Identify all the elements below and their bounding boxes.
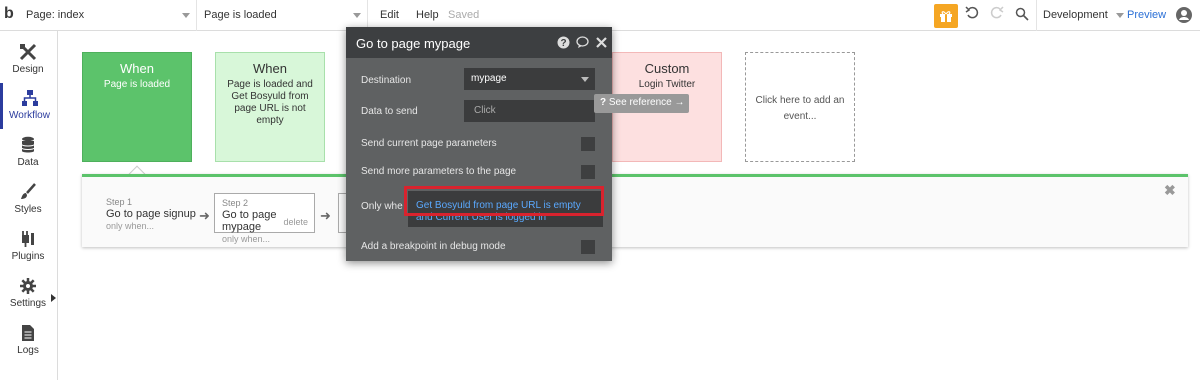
sidebar-item-settings[interactable]: Settings — [0, 271, 56, 317]
environment-label: Development — [1043, 9, 1108, 21]
environment-select[interactable]: Development — [1036, 0, 1124, 31]
brush-icon — [21, 183, 36, 199]
event-select[interactable]: Page is loaded — [198, 0, 368, 31]
destination-label: Destination — [361, 75, 412, 86]
event-card-title: Custom — [644, 61, 690, 76]
step-condition: only when... — [106, 221, 155, 231]
see-reference-text: See reference → — [608, 97, 685, 108]
event-card-title: When — [120, 61, 154, 76]
event-select-label: Page is loaded — [204, 9, 277, 21]
sidebar-item-label: Logs — [17, 345, 39, 356]
chevron-down-icon — [1116, 13, 1124, 18]
help-icon: ? — [600, 97, 607, 108]
sidebar-item-label: Settings — [9, 298, 47, 309]
event-card-text: Login Twitter — [638, 79, 696, 90]
step-title: Go to page signup — [106, 208, 196, 220]
add-event-card[interactable]: Click here to add an event... — [745, 52, 855, 162]
add-event-text: Click here to add an event... — [755, 95, 845, 122]
step-2[interactable]: Step 2 Go to page mypage only when... de… — [214, 193, 315, 244]
data-to-send-field[interactable]: Click — [464, 100, 595, 122]
design-icon — [19, 43, 37, 61]
gift-icon[interactable] — [934, 4, 958, 28]
help-icon[interactable]: ? — [557, 36, 570, 49]
sidebar-item-logs[interactable]: Logs — [0, 318, 56, 364]
account-icon[interactable] — [1176, 7, 1192, 23]
breakpoint-label: Add a breakpoint in debug mode — [361, 241, 506, 252]
step-number: Step 1 — [106, 197, 133, 207]
see-reference-tooltip[interactable]: ? See reference → — [594, 94, 689, 113]
undo-icon[interactable] — [965, 6, 979, 24]
event-card-text: Page is loaded — [103, 79, 171, 90]
arrow-right-icon: ➜ — [199, 208, 210, 223]
comment-icon[interactable] — [576, 36, 589, 49]
sidebar-item-label: Data — [17, 157, 39, 168]
sidebar-item-plugins[interactable]: Plugins — [0, 224, 56, 270]
close-icon[interactable] — [595, 36, 608, 49]
document-icon — [22, 325, 34, 341]
destination-select[interactable]: mypage — [464, 68, 595, 90]
add-step-placeholder[interactable] — [338, 193, 346, 233]
send-current-params-label: Send current page parameters — [361, 138, 497, 149]
chevron-down-icon — [581, 77, 589, 82]
event-card-page-loaded[interactable]: When Page is loaded — [82, 52, 192, 162]
caret-right-icon[interactable] — [51, 294, 56, 302]
panel-header: Go to page mypage ? — [346, 27, 612, 58]
chevron-down-icon — [182, 13, 190, 18]
step-condition: only when... — [222, 234, 271, 244]
arrow-right-icon: ➜ — [320, 208, 331, 223]
event-card-text: Page is loaded and Get Bosyuld from page… — [227, 79, 313, 126]
event-card-page-loaded-condition[interactable]: When Page is loaded and Get Bosyuld from… — [215, 52, 325, 162]
send-more-params-label: Send more parameters to the page — [361, 166, 517, 177]
sidebar-item-data[interactable]: Data — [0, 130, 56, 176]
highlight-annotation-box — [404, 186, 604, 216]
only-when-label: Only whe — [361, 201, 403, 212]
sidebar-item-label: Workflow — [9, 110, 50, 121]
sidebar-item-label: Design — [12, 64, 44, 75]
page-select[interactable]: Page: index — [24, 0, 197, 31]
database-icon — [21, 136, 35, 153]
gear-icon — [20, 278, 36, 294]
data-to-send-label: Data to send — [361, 106, 418, 117]
redo-icon[interactable] — [990, 6, 1004, 24]
menu-edit[interactable]: Edit — [380, 9, 399, 21]
chevron-down-icon — [353, 13, 361, 18]
close-icon[interactable]: ✖ — [1164, 182, 1176, 199]
step-1[interactable]: Step 1 Go to page signup only when... — [106, 193, 196, 233]
saved-status: Saved — [448, 9, 480, 21]
action-properties-panel: Go to page mypage ? Destination mypage D… — [346, 27, 612, 261]
sidebar-item-label: Plugins — [11, 251, 45, 262]
sidebar-item-label: Styles — [14, 204, 42, 215]
sidebar-item-design[interactable]: Design — [0, 37, 56, 83]
destination-value: mypage — [471, 73, 507, 84]
sidebar-item-styles[interactable]: Styles — [0, 177, 56, 223]
menu-help[interactable]: Help — [416, 9, 439, 21]
plug-icon — [22, 231, 34, 247]
svg-text:?: ? — [560, 38, 566, 49]
breakpoint-checkbox[interactable] — [581, 240, 595, 254]
step-number: Step 2 — [222, 198, 249, 208]
send-more-params-checkbox[interactable] — [581, 165, 595, 179]
workflow-icon — [21, 90, 38, 106]
sidebar-item-workflow[interactable]: Workflow — [0, 83, 56, 129]
search-icon[interactable] — [1015, 7, 1029, 23]
bubble-logo[interactable]: b — [4, 5, 20, 25]
preview-link[interactable]: Preview — [1127, 9, 1166, 21]
event-card-title: When — [253, 61, 287, 76]
workflow-steps-bar: Step 1 Go to page signup only when... ➜ … — [82, 174, 1188, 247]
panel-title: Go to page mypage — [356, 36, 471, 51]
sidebar: Design Workflow Data Styles Plugins Sett… — [0, 31, 58, 380]
page-select-label: Page: index — [26, 9, 85, 21]
send-current-params-checkbox[interactable] — [581, 137, 595, 151]
delete-step-link[interactable]: delete — [283, 216, 308, 228]
